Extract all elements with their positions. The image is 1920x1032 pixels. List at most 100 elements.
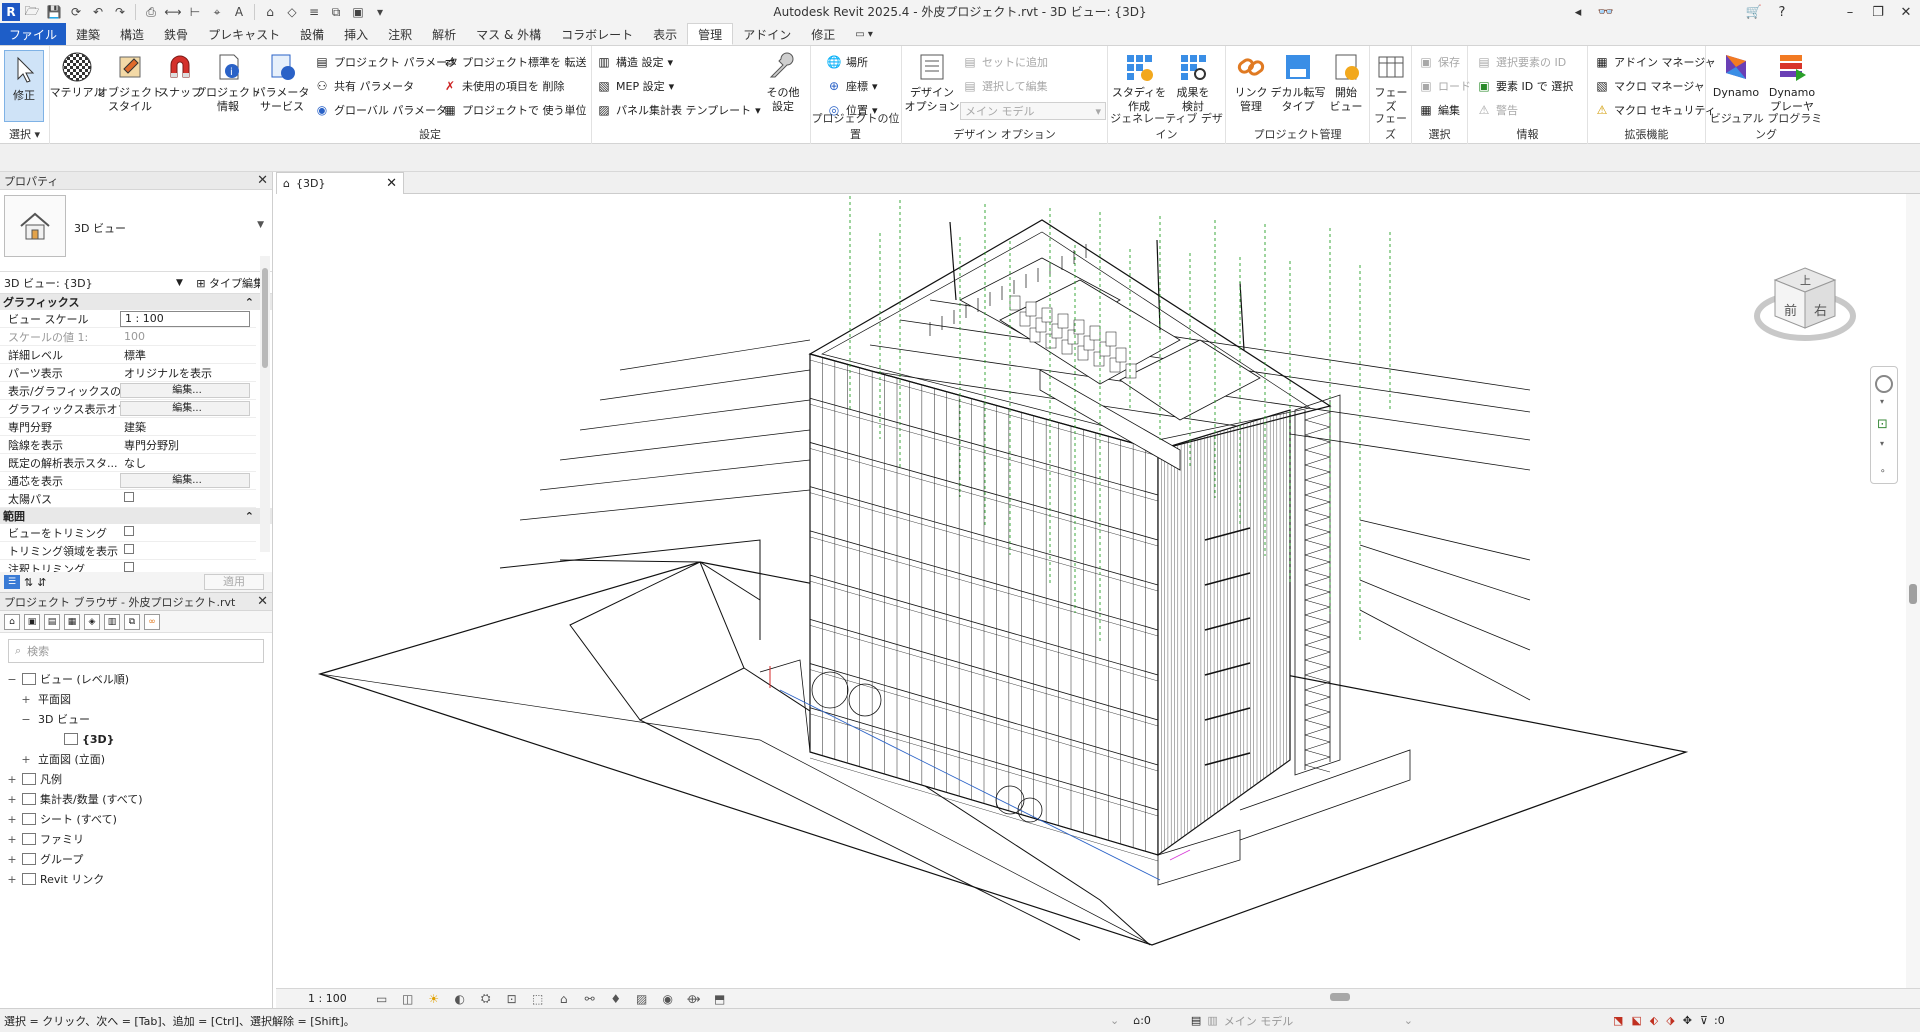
save-icon[interactable]: 💾 bbox=[44, 3, 64, 21]
tree-node[interactable]: + グループ bbox=[0, 849, 272, 869]
graphics-value[interactable]: 編集... bbox=[120, 473, 250, 488]
create-study-button[interactable]: スタディを 作成 bbox=[1112, 50, 1166, 114]
sheets-icon[interactable]: ◈ bbox=[84, 613, 100, 630]
structural-settings-button[interactable]: ▥ 構造 設定 ▾ bbox=[596, 52, 673, 72]
tree-node[interactable]: + 集計表/数量 (すべて) bbox=[0, 789, 272, 809]
edit-type-button[interactable]: ⊞ タイプ編集 bbox=[196, 275, 264, 291]
temp-view-props-icon[interactable]: ▨ bbox=[635, 992, 649, 1006]
worksharing-icon[interactable]: ◉ bbox=[661, 992, 675, 1006]
instance-selector[interactable]: 3D ビュー: {3D} ▼ ⊞ タイプ編集 bbox=[0, 272, 272, 294]
extent-value[interactable] bbox=[120, 544, 256, 557]
selector-dropdown-icon[interactable]: ▼ bbox=[176, 278, 183, 288]
tab-manage[interactable]: 管理 bbox=[687, 23, 734, 45]
dimension-icon[interactable]: ⊢ bbox=[185, 3, 205, 21]
tab-structure[interactable]: 構造 bbox=[110, 23, 154, 45]
cart-icon[interactable]: 🛒 bbox=[1740, 0, 1768, 24]
mep-settings-button[interactable]: ▧ MEP 設定 ▾ bbox=[596, 76, 674, 96]
global-parameters-button[interactable]: ◉ グローバル パラメータ bbox=[314, 100, 447, 120]
open-icon[interactable]: 🗁 bbox=[22, 3, 42, 21]
options-icon[interactable]: ⚬ bbox=[1879, 467, 1887, 477]
expand-icon[interactable]: + bbox=[6, 833, 18, 846]
addin-manager-button[interactable]: ▦ アドイン マネージャ bbox=[1594, 52, 1715, 72]
graphics-value[interactable]: 編集... bbox=[120, 401, 250, 416]
tab-analyze[interactable]: 解析 bbox=[422, 23, 466, 45]
project-info-button[interactable]: i プロジェクト 情報 bbox=[195, 50, 261, 114]
phases-button[interactable]: フェーズ bbox=[1372, 50, 1410, 114]
design-option-select[interactable]: メイン モデル ▾ bbox=[960, 102, 1106, 120]
temp-hide-icon[interactable]: ⚯ bbox=[583, 992, 597, 1006]
text-icon[interactable]: A bbox=[229, 3, 249, 21]
horizontal-scrollbar[interactable] bbox=[1330, 993, 1350, 1001]
viewcube-front[interactable]: 前 bbox=[1784, 300, 1797, 319]
visual-style-icon[interactable]: ◫ bbox=[401, 992, 415, 1006]
chevron-down-icon[interactable]: ⌄ bbox=[1404, 1014, 1413, 1027]
graphics-group-header[interactable]: グラフィックス ⌃ bbox=[0, 294, 272, 310]
apply-button[interactable]: 適用 bbox=[204, 574, 264, 590]
tab-modify[interactable]: 修正 bbox=[801, 23, 845, 45]
undo-icon[interactable]: ↶ bbox=[88, 3, 108, 21]
purge-unused-button[interactable]: ✗ 未使用の項目を 削除 bbox=[442, 76, 565, 96]
select-pinned-icon[interactable]: ⬖ bbox=[1650, 1014, 1658, 1027]
default-3d-view-icon[interactable]: ⌂ bbox=[260, 3, 280, 21]
ids-of-selection-button[interactable]: ▤ 選択要素の ID bbox=[1476, 52, 1566, 72]
load-selection-button[interactable]: ▣ ロード bbox=[1418, 76, 1471, 96]
crop-view-icon[interactable]: ⊡ bbox=[505, 992, 519, 1006]
graphics-row[interactable]: 表示/グラフィックスの... 編集... bbox=[0, 382, 256, 400]
object-style-button[interactable]: オブジェクト スタイル bbox=[97, 50, 163, 114]
chevron-down-icon[interactable]: ▾ bbox=[1880, 439, 1884, 448]
expand-icon[interactable]: + bbox=[6, 793, 18, 806]
expand-icon[interactable]: + bbox=[20, 693, 32, 706]
tree-node[interactable]: + ファミリ bbox=[0, 829, 272, 849]
links-icon[interactable]: ∞ bbox=[144, 613, 160, 630]
graphics-value[interactable]: 1 : 100 bbox=[120, 310, 250, 327]
customize-qat-icon[interactable]: ▾ bbox=[370, 3, 390, 21]
close-window-icon[interactable]: ✕ bbox=[1892, 0, 1920, 24]
extent-value[interactable] bbox=[120, 526, 256, 539]
tab-3d-view[interactable]: ⌂ {3D} ✕ bbox=[276, 172, 404, 194]
help-icon[interactable]: ? bbox=[1768, 0, 1796, 24]
type-selector[interactable]: 3D ビュー ▼ bbox=[0, 190, 272, 272]
panel-schedule-button[interactable]: ▨ パネル集計表 テンプレート ▾ bbox=[596, 100, 760, 120]
filter-icon[interactable]: ⊽ bbox=[1700, 1014, 1708, 1027]
viewcube-right[interactable]: 右 bbox=[1814, 300, 1827, 319]
decal-types-button[interactable]: デカル転写 タイプ bbox=[1270, 50, 1326, 114]
warnings-button[interactable]: ⚠ 警告 bbox=[1476, 100, 1518, 120]
project-parameters-button[interactable]: ▤ プロジェクト パラメータ bbox=[314, 52, 458, 72]
tree-node[interactable]: + 平面図 bbox=[0, 689, 272, 709]
browser-search[interactable]: ⌕ 検索 bbox=[8, 639, 264, 663]
analytical-model-icon[interactable]: ⟴ bbox=[687, 992, 701, 1006]
dynamo-player-button[interactable]: Dynamo プレーヤ bbox=[1764, 50, 1820, 114]
properties-scrollbar[interactable] bbox=[260, 256, 270, 552]
other-settings-button[interactable]: その他 設定 bbox=[758, 50, 808, 114]
highlight-icon[interactable]: ⬒ bbox=[713, 992, 727, 1006]
tab-architecture[interactable]: 建築 bbox=[66, 23, 110, 45]
tag-icon[interactable]: ⌖ bbox=[207, 3, 227, 21]
expand-icon[interactable]: − bbox=[6, 673, 18, 686]
shadows-icon[interactable]: ◐ bbox=[453, 992, 467, 1006]
steering-wheel-icon[interactable] bbox=[1875, 375, 1893, 393]
project-units-button[interactable]: ▦ プロジェクトで 使う単位 bbox=[442, 100, 586, 120]
tab-steel[interactable]: 鉄骨 bbox=[154, 23, 198, 45]
tree-node[interactable]: + Revit リンク bbox=[0, 869, 272, 889]
view-scale[interactable]: 1 : 100 bbox=[308, 992, 347, 1005]
graphics-value[interactable]: 専門分野別 bbox=[120, 437, 256, 453]
lock-view-icon[interactable]: ⌂ bbox=[557, 992, 571, 1006]
render-icon[interactable]: ⛭ bbox=[479, 991, 493, 1006]
graphics-row[interactable]: パーツ表示 オリジナルを表示 bbox=[0, 364, 256, 382]
close-hidden-icon[interactable]: ⧉ bbox=[326, 3, 346, 21]
tree-node[interactable]: − ビュー (レベル順) bbox=[0, 669, 272, 689]
explore-outcomes-button[interactable]: 成果を 検討 bbox=[1168, 50, 1218, 114]
home-icon[interactable]: ⌂ bbox=[4, 613, 20, 630]
graphics-value[interactable]: 建築 bbox=[120, 419, 256, 435]
extents-group-header[interactable]: 範囲 ⌃ bbox=[0, 508, 272, 524]
coordinates-button[interactable]: ⊕ 座標 ▾ bbox=[826, 76, 878, 96]
categorized-icon[interactable]: ☰ bbox=[4, 575, 20, 589]
tab-annotate[interactable]: 注釈 bbox=[378, 23, 422, 45]
design-options-button[interactable]: デザイン オプション bbox=[905, 50, 960, 114]
chevron-down-icon[interactable]: ▼ bbox=[257, 220, 264, 230]
viewcube[interactable]: 上 前 右 bbox=[1750, 248, 1860, 358]
tab-insert[interactable]: 挿入 bbox=[334, 23, 378, 45]
section-icon[interactable]: ◇ bbox=[282, 3, 302, 21]
graphics-value[interactable]: オリジナルを表示 bbox=[120, 365, 256, 381]
expand-icon[interactable]: + bbox=[6, 813, 18, 826]
